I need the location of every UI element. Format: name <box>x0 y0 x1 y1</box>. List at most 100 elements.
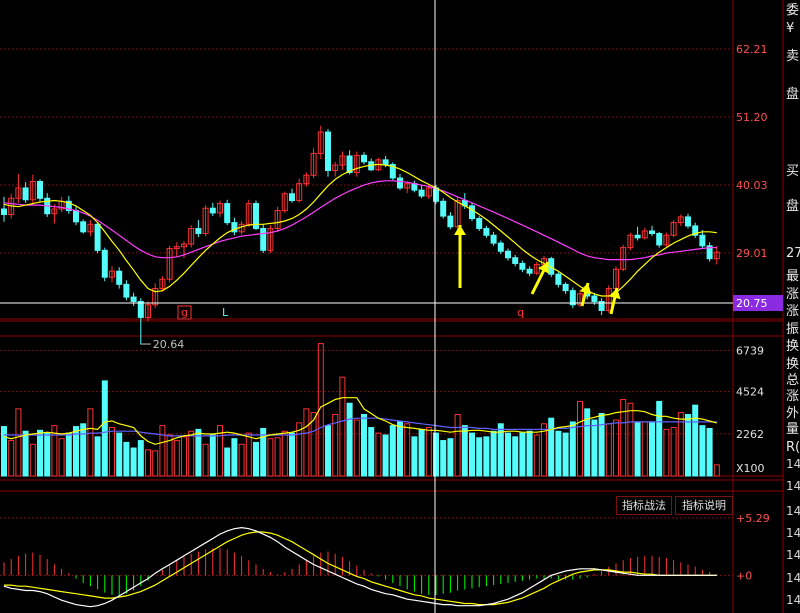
volume-bar <box>159 425 166 477</box>
candle-body <box>447 215 454 228</box>
side-label: 涨 <box>786 389 800 404</box>
volume-bar <box>706 427 713 477</box>
volume-bar <box>65 432 72 477</box>
macd-dif-line <box>3 526 717 608</box>
price-tick-label: 62.21 <box>736 43 768 56</box>
side-label: R( <box>786 440 800 455</box>
volume-bar <box>469 432 475 477</box>
volume-bar <box>15 408 22 477</box>
marker-g: g <box>181 306 188 319</box>
candle-body <box>94 223 101 251</box>
volume-bar <box>267 438 274 477</box>
volume-bar <box>109 427 115 477</box>
volume-bar <box>533 434 540 477</box>
volume-bar <box>519 432 526 477</box>
side-label: 涨 <box>786 287 800 302</box>
candle-body <box>397 177 403 189</box>
volume-bar <box>685 413 691 477</box>
candle-body <box>260 227 267 251</box>
volume-bar <box>440 440 447 477</box>
volume-bar <box>152 450 159 477</box>
marker-q: q <box>517 306 524 319</box>
candle-body <box>699 234 706 247</box>
candle-body <box>137 300 144 318</box>
candle-body <box>555 273 562 285</box>
volume-bar <box>569 421 576 477</box>
side-label: 委 <box>786 3 800 18</box>
volume-ma5-line <box>3 397 717 445</box>
volume-bar <box>37 429 43 477</box>
candle-body <box>440 200 447 217</box>
candle-body <box>123 283 130 298</box>
side-label: 盘 <box>786 199 800 214</box>
candle-body <box>519 262 526 270</box>
side-label: ¥ <box>786 21 795 36</box>
price-tick-label: 40.03 <box>736 179 768 192</box>
candle-body <box>685 216 691 227</box>
indicator-explain-button[interactable]: 指标说明 <box>675 496 733 515</box>
annotation-arrow <box>608 287 621 315</box>
volume-bar <box>253 441 259 477</box>
low-price-label: 20.64 <box>153 338 185 351</box>
candle-body <box>562 283 569 292</box>
candle-body <box>634 234 641 239</box>
volume-bar <box>397 421 403 477</box>
volume-bar <box>389 425 396 477</box>
volume-bar <box>116 432 123 477</box>
side-label: 盘 <box>786 87 800 102</box>
candle-body <box>490 234 497 244</box>
candle-body <box>73 210 79 223</box>
volume-bar <box>634 421 641 477</box>
side-number: 14 <box>786 526 800 540</box>
volume-bar <box>418 428 425 477</box>
volume-bar <box>245 432 252 477</box>
volume-bar <box>281 430 288 477</box>
candle-body <box>224 203 231 224</box>
volume-bar <box>22 430 29 477</box>
side-number: 14 <box>786 479 800 493</box>
volume-bar <box>627 402 634 477</box>
side-label: 总 <box>786 373 800 388</box>
candle-body <box>116 270 123 285</box>
stock-chart[interactable]: 62.21 51.20 40.03 29.01 20.75 20.64 g Lq 6739 452… <box>0 0 800 613</box>
volume-bar <box>613 419 619 477</box>
volume-bar <box>181 436 187 477</box>
candle-body <box>361 154 367 163</box>
volume-bar <box>368 427 375 477</box>
side-label: 外 <box>786 406 800 421</box>
volume-unit-label: X100 <box>736 462 765 475</box>
candle-body <box>209 207 216 214</box>
candle-body <box>591 295 598 302</box>
volume-bar <box>8 440 15 477</box>
volume-bar <box>137 440 144 477</box>
volume-tick-label: 2262 <box>736 428 764 441</box>
volume-bar <box>382 434 389 477</box>
candle-body <box>382 159 389 165</box>
volume-bar <box>173 440 180 477</box>
volume-bar <box>1 426 7 477</box>
volume-bar <box>58 438 65 477</box>
volume-bar <box>555 430 562 477</box>
candle-body <box>80 221 87 233</box>
ma-long-line <box>3 180 717 261</box>
volume-bar <box>692 404 699 477</box>
volume-bar <box>80 423 87 477</box>
volume-bar <box>461 425 468 477</box>
candle-body <box>1 208 7 216</box>
candle-body <box>476 218 483 229</box>
volume-bar <box>713 464 720 477</box>
side-label: 27 <box>786 246 800 261</box>
candle-body <box>130 296 137 302</box>
volume-bar <box>361 413 367 477</box>
volume-bar <box>94 436 101 477</box>
indicator-strategy-button[interactable]: 指标战法 <box>616 496 672 515</box>
volume-bar <box>577 400 583 477</box>
volume-bar <box>591 419 598 477</box>
current-price-label: 20.75 <box>736 297 768 310</box>
marker-L: L <box>222 306 229 319</box>
volume-bar <box>483 436 490 477</box>
volume-bar <box>447 438 454 477</box>
volume-bar <box>101 380 108 477</box>
candle-body <box>418 189 425 197</box>
macd-tick-label: +0 <box>736 569 752 582</box>
